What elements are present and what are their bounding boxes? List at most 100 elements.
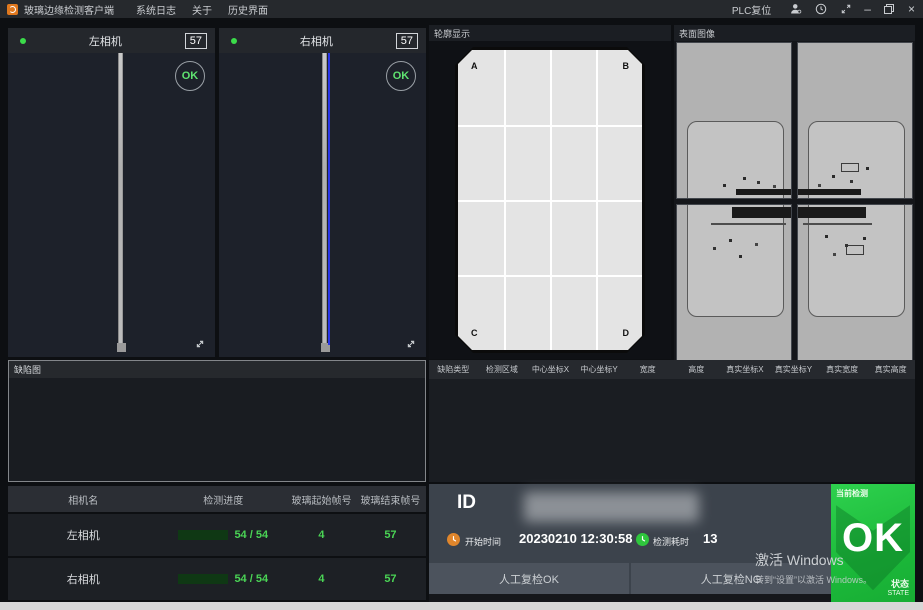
right-camera-status-badge: OK	[386, 61, 416, 91]
print-band	[797, 189, 861, 195]
menu-about[interactable]: 关于	[192, 2, 212, 17]
close-button[interactable]: ×	[908, 3, 915, 16]
corner-label-d: D	[623, 328, 630, 338]
minimize-button[interactable]: –	[864, 3, 871, 16]
camera-name: 左相机	[8, 527, 158, 543]
expand-icon[interactable]	[404, 337, 418, 351]
left-camera-view: OK	[8, 53, 215, 357]
col-defect-type: 缺陷类型	[429, 364, 478, 375]
surface-image-bottom-left	[676, 204, 792, 361]
plc-reset-button[interactable]: PLC复位	[732, 2, 771, 17]
glass-region	[687, 121, 784, 200]
surface-image-top-left	[676, 42, 792, 199]
divider	[429, 594, 831, 602]
table-row: 左相机 54 / 54 4 57	[8, 514, 426, 556]
corner-label-c: C	[471, 328, 478, 338]
progress-text: 54 / 54	[234, 573, 268, 585]
manual-recheck-ng-button[interactable]: 人工复检NG	[631, 563, 831, 594]
menu-system-log[interactable]: 系统日志	[136, 2, 176, 17]
camera-progress-table: 相机名 检测进度 玻璃起始帧号 玻璃结束帧号 左相机 54 / 54 4 57 …	[8, 486, 426, 600]
progress-table-header: 相机名 检测进度 玻璃起始帧号 玻璃结束帧号	[8, 486, 426, 512]
col-height: 高度	[672, 364, 721, 375]
app-title: 玻璃边缘检测客户端	[24, 2, 114, 17]
start-time-label: 开始时间	[465, 535, 501, 548]
grid-line	[458, 125, 642, 127]
left-camera-status-badge: OK	[175, 61, 205, 91]
col-center-x: 中心坐标X	[526, 364, 575, 375]
restore-button[interactable]	[883, 3, 896, 16]
surface-image-grid	[676, 42, 913, 361]
duration-value: 13	[703, 531, 717, 546]
start-time-clock-icon	[447, 533, 460, 546]
col-center-y: 中心坐标Y	[575, 364, 624, 375]
status-footer-en: STATE	[887, 590, 909, 598]
grid-line	[458, 200, 642, 202]
glass-region	[808, 121, 905, 200]
print-marks	[832, 175, 835, 178]
expand-icon[interactable]	[193, 337, 207, 351]
surface-image-panel: 表面图像	[674, 25, 915, 365]
duration-clock-icon	[636, 533, 649, 546]
surface-image-bottom-right	[797, 204, 913, 361]
surface-image-top-right	[797, 42, 913, 199]
left-camera-header: 左相机 57	[8, 28, 215, 53]
defect-table-header: 缺陷类型 检测区域 中心坐标X 中心坐标Y 宽度 高度 真实坐标X 真实坐标Y …	[429, 360, 915, 379]
glass-region	[808, 204, 905, 317]
glass-edge-strip	[322, 53, 327, 343]
defect-table: 缺陷类型 检测区域 中心坐标X 中心坐标Y 宽度 高度 真实坐标X 真实坐标Y …	[429, 360, 915, 482]
table-row: 右相机 54 / 54 4 57	[8, 558, 426, 600]
status-footer-cn: 状态	[887, 580, 909, 590]
id-value-redacted	[524, 492, 699, 522]
col-camera-name: 相机名	[8, 492, 158, 507]
print-band	[736, 189, 792, 195]
corner-label-b: B	[623, 61, 630, 71]
grid-line	[458, 275, 642, 277]
start-frame-value: 4	[288, 529, 355, 541]
col-real-height: 真实高度	[866, 364, 915, 375]
defect-image-title: 缺陷图	[9, 361, 425, 378]
clock-icon[interactable]	[814, 3, 827, 16]
col-real-x: 真实坐标X	[721, 364, 770, 375]
end-frame-value: 57	[355, 573, 426, 585]
left-camera-frame-count: 57	[185, 33, 207, 49]
resize-small-icon[interactable]	[839, 3, 852, 16]
status-box-header: 当前检测	[836, 488, 868, 499]
contour-display-panel: 轮廓显示 A B C D	[429, 25, 671, 359]
print-marks	[841, 163, 859, 172]
app-logo-icon	[7, 4, 18, 15]
camera-name: 右相机	[8, 571, 158, 587]
status-value: OK	[831, 516, 915, 561]
print-band	[797, 207, 866, 218]
col-real-y: 真实坐标Y	[769, 364, 818, 375]
right-camera-panel: 右相机 57 OK	[219, 28, 426, 357]
print-line	[803, 223, 873, 225]
user-icon[interactable]	[789, 3, 802, 16]
right-camera-view: OK	[219, 53, 426, 357]
start-time-value: 20230210 12:30:58	[519, 531, 633, 546]
title-bar: 玻璃边缘检测客户端 系统日志 关于 历史界面 PLC复位 – ×	[0, 0, 923, 18]
manual-recheck-ok-button[interactable]: 人工复检OK	[429, 563, 629, 594]
col-detect-region: 检测区域	[478, 364, 527, 375]
app-window: 玻璃边缘检测客户端 系统日志 关于 历史界面 PLC复位 – ×	[0, 0, 923, 610]
window-bottom-edge	[0, 602, 923, 610]
progress-bar	[178, 530, 228, 540]
right-camera-title: 右相机	[237, 33, 396, 49]
col-progress: 检测进度	[158, 492, 288, 507]
end-frame-value: 57	[355, 529, 426, 541]
glass-contour-outline: A B C D	[455, 47, 645, 353]
menu-history[interactable]: 历史界面	[228, 2, 268, 17]
print-band	[732, 207, 792, 218]
left-camera-title: 左相机	[26, 33, 185, 49]
status-box-footer: 状态 STATE	[887, 580, 909, 598]
surface-panel-title: 表面图像	[674, 25, 915, 41]
current-result-status-box: 当前检测 OK 状态 STATE	[831, 484, 915, 602]
contour-panel-title: 轮廓显示	[429, 25, 671, 41]
print-marks	[743, 177, 746, 180]
id-label: ID	[457, 492, 476, 514]
progress-bar	[178, 574, 228, 584]
left-camera-panel: 左相机 57 OK	[8, 28, 215, 357]
corner-label-a: A	[471, 61, 478, 71]
progress-text: 54 / 54	[234, 529, 268, 541]
print-line	[711, 223, 786, 225]
print-marks	[729, 239, 732, 242]
